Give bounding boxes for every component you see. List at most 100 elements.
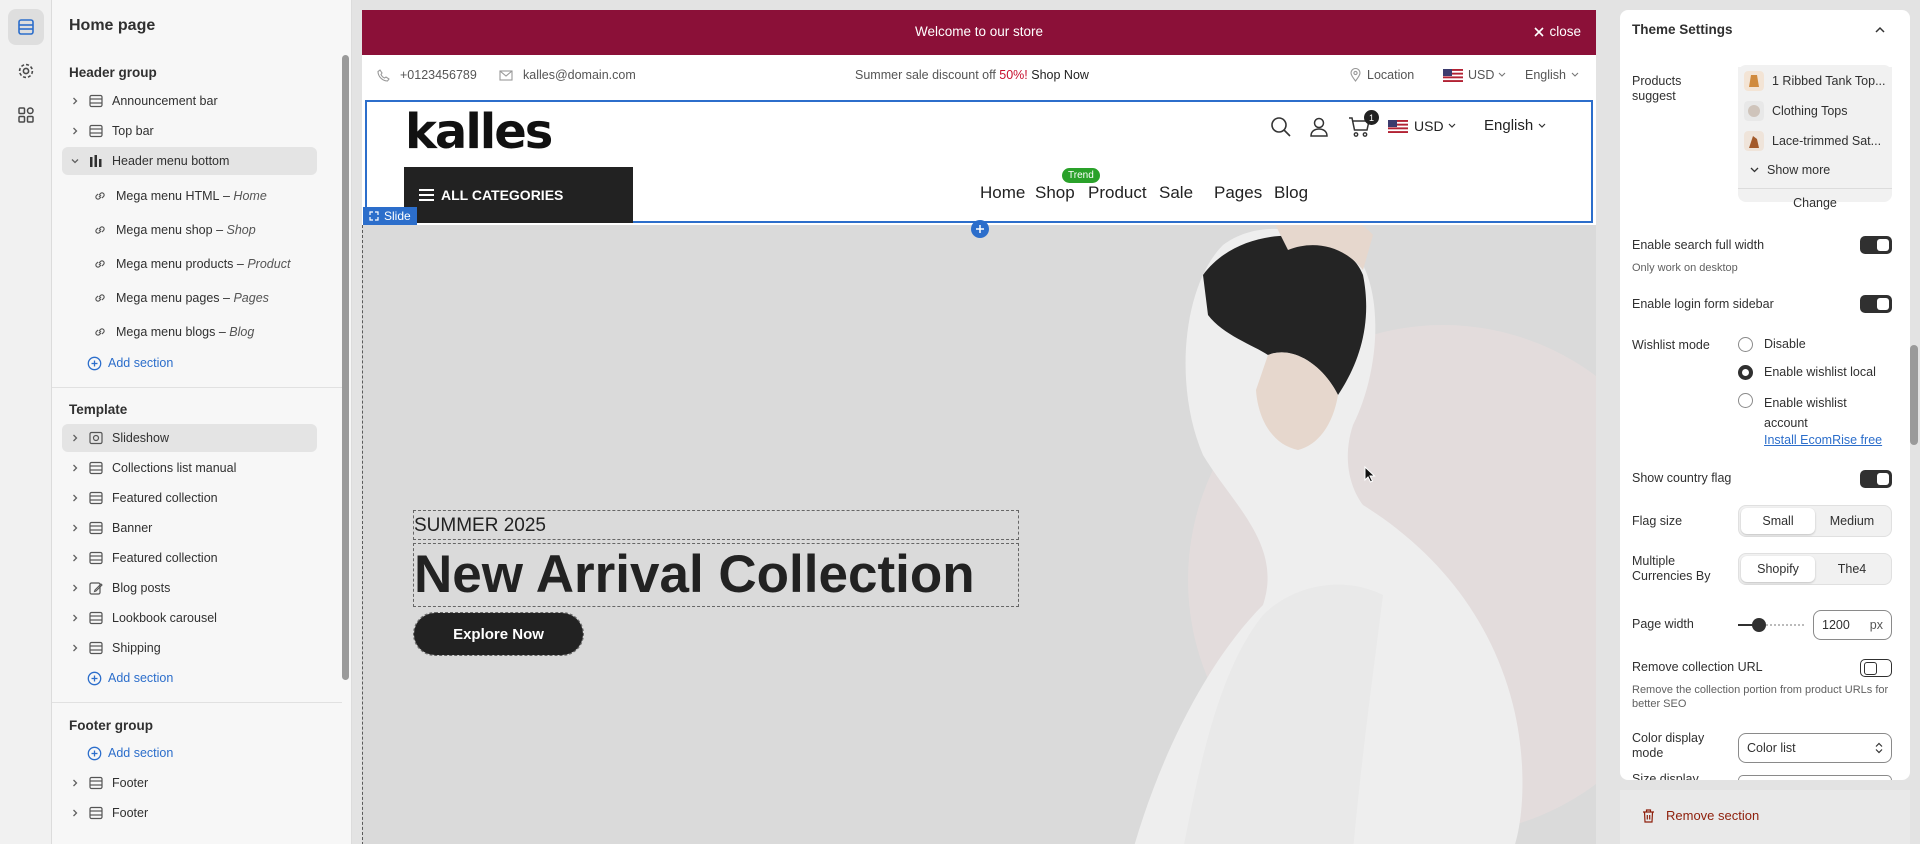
show-more-button[interactable]: Show more xyxy=(1750,163,1830,177)
section-icon xyxy=(86,806,106,820)
slideshow-hero[interactable]: SUMMER 2025 New Arrival Collection Explo… xyxy=(362,225,1596,844)
topbar-language-select[interactable]: English xyxy=(1525,68,1579,82)
nav-product[interactable]: Product xyxy=(1088,183,1147,203)
add-section-button[interactable]: Add section xyxy=(87,352,173,374)
currencies-shopify[interactable]: Shopify xyxy=(1741,556,1815,582)
block-mega-menu-products[interactable]: Mega menu products – Product xyxy=(62,250,317,278)
email-contact[interactable]: kalles@domain.com xyxy=(499,68,636,82)
chevron-right-icon[interactable] xyxy=(66,434,84,442)
section-collections-list-manual[interactable]: Collections list manual xyxy=(62,454,317,482)
shop-now-link[interactable]: Shop Now xyxy=(1031,68,1089,82)
section-footer[interactable]: Footer xyxy=(62,769,317,797)
block-mega-menu-pages[interactable]: Mega menu pages – Pages xyxy=(62,284,317,312)
install-ecomrise-link[interactable]: Install EcomRise free xyxy=(1764,433,1882,448)
section-top-bar[interactable]: Top bar xyxy=(62,117,317,145)
chevron-right-icon[interactable] xyxy=(66,584,84,592)
suggested-product[interactable]: Lace-trimmed Sat... xyxy=(1738,127,1892,155)
chevron-right-icon[interactable] xyxy=(66,614,84,622)
block-mega-menu-html[interactable]: Mega menu HTML – Home xyxy=(62,182,317,210)
chevron-down-icon[interactable] xyxy=(66,157,84,165)
show-more-label: Show more xyxy=(1767,163,1831,177)
page-width-slider-thumb[interactable] xyxy=(1752,618,1766,632)
remove-collection-url-label: Remove collection URL xyxy=(1632,660,1763,674)
nav-sale[interactable]: Sale xyxy=(1159,183,1193,203)
wishlist-local-radio[interactable] xyxy=(1738,365,1753,380)
all-categories-button[interactable]: ALL CATEGORIES xyxy=(404,167,633,223)
currencies-the4[interactable]: The4 xyxy=(1815,556,1889,582)
topbar-currency-select[interactable]: USD xyxy=(1443,68,1506,82)
section-announcement-bar[interactable]: Announcement bar xyxy=(62,87,317,115)
section-featured-collection-2[interactable]: Featured collection xyxy=(62,544,317,572)
section-tag-label: Slide xyxy=(384,209,411,223)
product-thumbnail xyxy=(1744,71,1764,91)
cart-icon[interactable]: 1 xyxy=(1348,110,1379,138)
search-icon[interactable] xyxy=(1270,116,1292,138)
flag-size-medium[interactable]: Medium xyxy=(1815,508,1889,534)
chevron-right-icon[interactable] xyxy=(66,494,84,502)
add-section-label: Add section xyxy=(108,671,174,685)
header-currency-select[interactable]: USD xyxy=(1388,118,1456,134)
chevron-right-icon[interactable] xyxy=(66,97,84,105)
language-label: English xyxy=(1525,68,1566,82)
section-lookbook-carousel[interactable]: Lookbook carousel xyxy=(62,604,317,632)
block-label: Mega menu HTML xyxy=(116,189,220,203)
nav-home[interactable]: Home xyxy=(980,183,1025,203)
hero-eyebrow-block[interactable]: SUMMER 2025 xyxy=(413,510,1019,540)
size-display-select-partial[interactable] xyxy=(1738,775,1892,780)
chevron-right-icon[interactable] xyxy=(66,644,84,652)
header-menu-bottom[interactable]: kalles ALL CATEGORIES 1 USD English Home… xyxy=(365,100,1593,223)
nav-blog[interactable]: Blog xyxy=(1274,183,1308,203)
chevron-right-icon[interactable] xyxy=(66,524,84,532)
remove-collection-url-toggle[interactable] xyxy=(1860,659,1892,677)
page-width-input[interactable]: 1200 px xyxy=(1813,610,1892,640)
add-block-button[interactable] xyxy=(971,220,989,238)
section-tag[interactable]: Slide xyxy=(363,207,417,225)
location-link[interactable]: Location xyxy=(1350,68,1414,82)
flag-size-small[interactable]: Small xyxy=(1741,508,1815,534)
suggested-product[interactable]: 1 Ribbed Tank Top... xyxy=(1738,67,1892,95)
store-logo[interactable]: kalles xyxy=(405,104,553,160)
apps-icon[interactable] xyxy=(8,97,44,133)
header-language-select[interactable]: English xyxy=(1484,117,1546,134)
block-mega-menu-blogs[interactable]: Mega menu blogs – Blog xyxy=(62,318,317,346)
hero-title-block[interactable]: New Arrival Collection xyxy=(413,543,1019,607)
chevron-right-icon[interactable] xyxy=(66,127,84,135)
phone-contact[interactable]: +0123456789 xyxy=(377,68,477,82)
country-flag-toggle[interactable] xyxy=(1860,470,1892,488)
section-shipping[interactable]: Shipping xyxy=(62,634,317,662)
login-sidebar-toggle[interactable] xyxy=(1860,295,1892,313)
section-blog-posts[interactable]: Blog posts xyxy=(62,574,317,602)
explore-now-button[interactable]: Explore Now xyxy=(414,613,583,655)
nav-pages[interactable]: Pages xyxy=(1214,183,1262,203)
section-header-menu-bottom[interactable]: Header menu bottom xyxy=(62,147,317,175)
right-scrollbar[interactable] xyxy=(1910,345,1918,445)
close-label: close xyxy=(1549,24,1581,39)
add-section-button[interactable]: Add section xyxy=(87,742,173,764)
chevron-up-icon[interactable] xyxy=(1875,26,1885,33)
wishlist-disable-radio[interactable] xyxy=(1738,337,1753,352)
sections-icon[interactable] xyxy=(8,9,44,45)
announcement-close-button[interactable]: close xyxy=(1534,24,1581,39)
color-display-select[interactable]: Color list xyxy=(1738,733,1892,763)
gear-icon[interactable] xyxy=(8,53,44,89)
remove-section-button[interactable]: Remove section xyxy=(1642,808,1759,823)
chevron-right-icon[interactable] xyxy=(66,554,84,562)
section-footer-2[interactable]: Footer xyxy=(62,799,317,827)
left-scrollbar[interactable] xyxy=(342,55,349,680)
section-banner[interactable]: Banner xyxy=(62,514,317,542)
account-icon[interactable] xyxy=(1309,116,1329,138)
slideshow-icon xyxy=(86,431,106,445)
wishlist-account-radio[interactable] xyxy=(1738,393,1753,408)
chevron-right-icon[interactable] xyxy=(66,809,84,817)
section-featured-collection[interactable]: Featured collection xyxy=(62,484,317,512)
search-full-width-toggle[interactable] xyxy=(1860,236,1892,254)
phone-number: +0123456789 xyxy=(400,68,477,82)
section-slideshow[interactable]: Slideshow xyxy=(62,424,317,452)
change-products-button[interactable]: Change xyxy=(1738,191,1892,215)
chevron-right-icon[interactable] xyxy=(66,464,84,472)
block-mega-menu-shop[interactable]: Mega menu shop – Shop xyxy=(62,216,317,244)
nav-shop[interactable]: Shop xyxy=(1035,183,1075,203)
add-section-button[interactable]: Add section xyxy=(87,667,173,689)
chevron-right-icon[interactable] xyxy=(66,779,84,787)
suggested-product[interactable]: Clothing Tops xyxy=(1738,97,1892,125)
